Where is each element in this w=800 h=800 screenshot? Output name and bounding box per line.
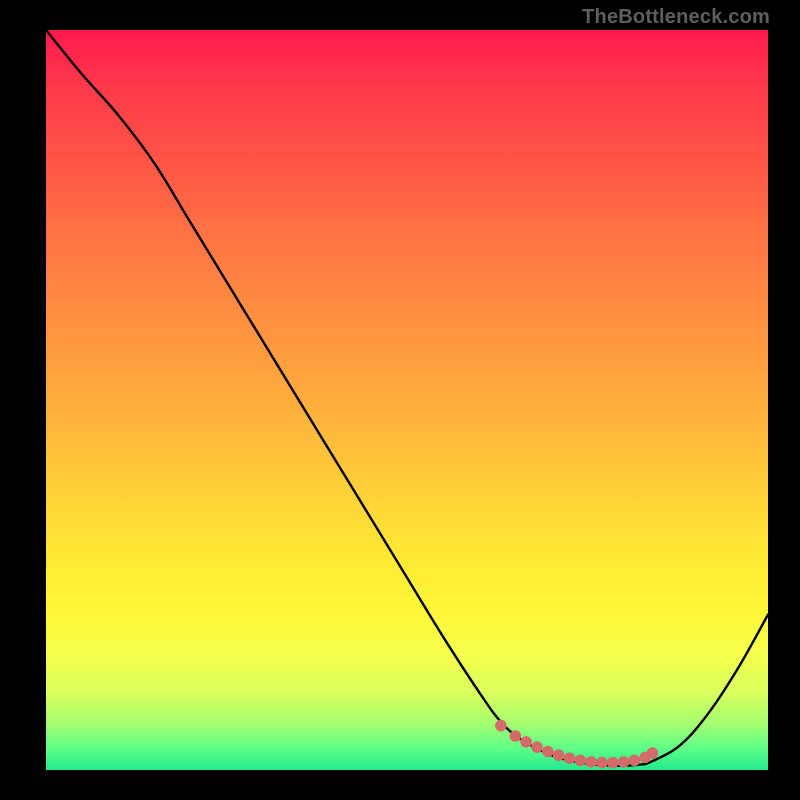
highlight-dot — [647, 747, 659, 759]
highlight-dot — [495, 720, 507, 732]
highlight-dot — [629, 755, 641, 767]
chart-plot-area — [46, 30, 768, 770]
chart-svg — [46, 30, 768, 770]
bottleneck-curve — [46, 30, 768, 766]
highlight-dot — [531, 741, 543, 753]
highlight-dot — [585, 756, 597, 768]
attribution-text: TheBottleneck.com — [582, 6, 770, 29]
highlight-dot — [596, 757, 608, 769]
highlight-dot — [553, 749, 565, 761]
highlight-dot — [520, 736, 532, 748]
chart-frame: TheBottleneck.com — [0, 0, 800, 800]
highlight-dot — [607, 757, 619, 769]
highlight-dot-group — [495, 720, 658, 769]
highlight-dot — [575, 755, 587, 767]
highlight-dot — [564, 752, 576, 764]
highlight-dot — [510, 730, 522, 742]
highlight-dot — [618, 756, 630, 768]
highlight-dot — [542, 746, 554, 758]
